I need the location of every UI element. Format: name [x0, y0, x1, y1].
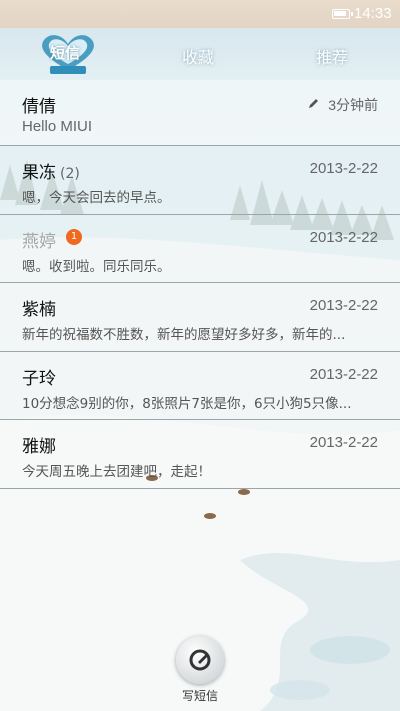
message-preview: 嗯，今天会回去的早点。: [22, 190, 171, 206]
contact-name: 果冻 (2): [22, 158, 80, 183]
message-item[interactable]: 紫楠 2013-2-22 新年的祝福数不胜数，新年的愿望好多好多，新年的...: [0, 283, 400, 352]
unread-badge: 1: [66, 228, 82, 245]
message-item[interactable]: 倩倩 3分钟前 Hello MIUI: [0, 80, 400, 146]
compose-button[interactable]: [176, 636, 224, 684]
message-time: 2013-2-22: [309, 365, 378, 383]
pencil-icon: [309, 99, 318, 108]
tab-recommend[interactable]: 推荐: [316, 44, 348, 68]
message-preview: Hello MIUI: [22, 118, 93, 135]
contact-name: 燕婷: [22, 231, 56, 252]
status-time: 14:33: [354, 5, 392, 22]
message-preview: 新年的祝福数不胜数，新年的愿望好多好多，新年的...: [22, 327, 346, 343]
status-bar: 14:33: [0, 0, 400, 28]
message-item[interactable]: 果冻 (2) 2013-2-22 嗯，今天会回去的早点。: [0, 146, 400, 215]
message-preview: 今天周五晚上去团建吧，走起！: [22, 464, 211, 480]
message-preview: 嗯。收到啦。同乐同乐。: [22, 258, 171, 275]
message-item[interactable]: 雅娜 2013-2-22 今天周五晚上去团建吧，走起！: [0, 420, 400, 489]
message-item[interactable]: 燕婷 1 2013-2-22 嗯。收到啦。同乐同乐。: [0, 215, 400, 283]
message-time: 2013-2-22: [309, 228, 378, 246]
contact-name: 紫楠: [22, 300, 56, 320]
battery-icon: [332, 9, 353, 19]
message-list: 倩倩 3分钟前 Hello MIUI 果冻 (2) 2013-2-22 嗯，今天会…: [0, 80, 400, 489]
message-time: 3分钟前: [328, 97, 378, 113]
contact-name: 雅娜: [22, 437, 56, 457]
tab-favorites[interactable]: 收藏: [182, 44, 214, 68]
message-preview: 10分想念9别的你，8张照片7张是你，6只小狗5只像...: [22, 395, 352, 412]
message-time: 2013-2-22: [309, 434, 378, 451]
tab-header: 短信 收藏 推荐: [0, 28, 400, 80]
message-item[interactable]: 子玲 2013-2-22 10分想念9别的你，8张照片7张是你，6只小狗5只像.…: [0, 352, 400, 420]
compose-icon: [189, 649, 211, 671]
message-time: 2013-2-22: [309, 160, 378, 177]
contact-name: 倩倩: [22, 97, 56, 117]
tab-messages[interactable]: 短信: [50, 42, 80, 63]
contact-name: 子玲: [22, 368, 56, 389]
message-time: 2013-2-22: [309, 297, 378, 314]
contact-name-text: 果冻: [22, 163, 56, 183]
compose-label: 写短信: [181, 689, 218, 703]
unread-count: (2): [60, 166, 80, 182]
